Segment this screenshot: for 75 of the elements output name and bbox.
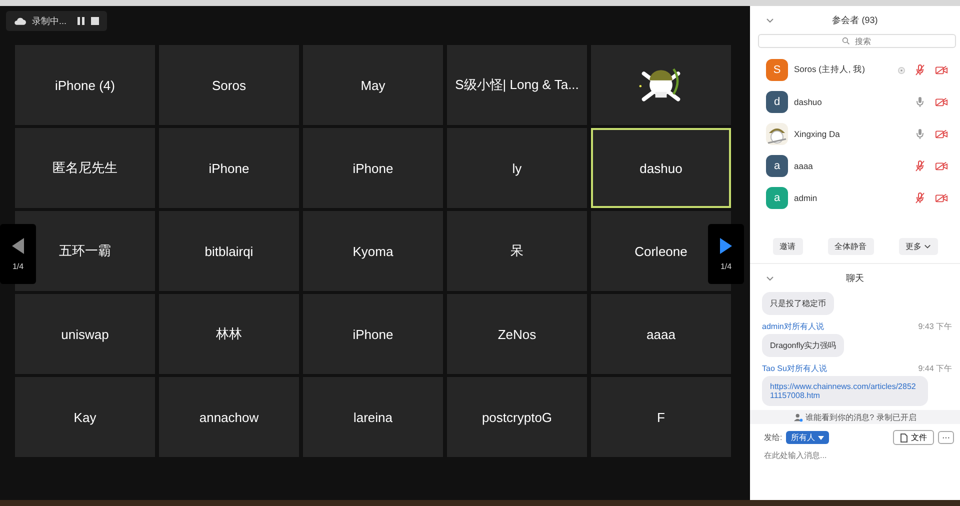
person-icon bbox=[794, 412, 803, 422]
chat-title: 聊天 bbox=[846, 272, 864, 284]
file-button[interactable]: 文件 bbox=[893, 430, 934, 445]
message-sender: admin对所有人说 bbox=[762, 321, 824, 332]
collapse-icon[interactable] bbox=[766, 18, 774, 22]
panel-button[interactable]: 全体静音 bbox=[828, 238, 874, 255]
notice-text: 谁能看到你的消息? 录制已开启 bbox=[806, 412, 916, 422]
participant-name: 呆 bbox=[510, 242, 524, 260]
participant-name: Soros (主持人, 我) bbox=[794, 64, 866, 76]
participant-name: dashuo bbox=[640, 160, 682, 176]
next-page-button[interactable]: 1/4 bbox=[708, 224, 744, 284]
participant-name: Kyoma bbox=[352, 244, 394, 258]
video-off-icon[interactable] bbox=[935, 129, 948, 139]
participants-title: 参会者 (93) bbox=[832, 14, 878, 26]
video-off-icon[interactable] bbox=[935, 193, 948, 203]
participant-name: iPhone bbox=[352, 326, 394, 342]
message-link[interactable]: https://www.chainnews.com/articles/285211157008.htm bbox=[770, 382, 920, 400]
collapse-icon[interactable] bbox=[766, 276, 774, 280]
left-arrow-icon bbox=[12, 238, 24, 254]
avatar: d bbox=[766, 91, 788, 113]
participant-name: 林林 bbox=[216, 325, 242, 343]
more-button[interactable]: ··· bbox=[938, 431, 954, 444]
caret-icon bbox=[924, 244, 930, 249]
participant-name: postcryptoG bbox=[482, 410, 552, 424]
participant-name: bitblairqi bbox=[204, 244, 254, 258]
message-bubble: 只是投了稳定币 bbox=[762, 292, 834, 315]
participant-name: Xingxing Da bbox=[794, 129, 841, 139]
muted-microphone-icon[interactable] bbox=[915, 64, 925, 76]
send-to-label: 发给: bbox=[764, 432, 782, 443]
search-field[interactable]: 搜索 bbox=[758, 34, 956, 48]
panel-button[interactable]: 更多 bbox=[898, 238, 938, 255]
microphone-icon[interactable] bbox=[915, 128, 925, 140]
muted-microphone-icon[interactable] bbox=[915, 160, 925, 172]
participant-name: admin bbox=[794, 193, 818, 203]
search-icon bbox=[842, 37, 850, 45]
participant-name: iPhone (4) bbox=[55, 78, 115, 92]
video-off-icon[interactable] bbox=[935, 161, 948, 171]
file-icon bbox=[900, 432, 908, 442]
participant-name: lareina bbox=[353, 410, 393, 424]
microphone-icon[interactable] bbox=[915, 96, 925, 108]
recording-label: 录制中... bbox=[32, 14, 67, 28]
participant-name: 五环一霸 bbox=[59, 242, 111, 260]
participant-name: May bbox=[360, 78, 386, 92]
message-sender: Tao Su对所有人说 bbox=[762, 363, 827, 374]
participant-name: iPhone bbox=[352, 160, 394, 176]
recipient-dropdown[interactable]: 所有人 bbox=[786, 431, 830, 444]
participant-name: F bbox=[657, 410, 665, 424]
participant-name: annachow bbox=[199, 410, 259, 424]
participant-name: aaaa bbox=[646, 326, 676, 342]
video-off-icon[interactable] bbox=[935, 97, 948, 107]
cloud-icon bbox=[14, 16, 26, 26]
participant-name: aaaa bbox=[794, 161, 814, 171]
participant-name: Corleone bbox=[634, 244, 688, 258]
participant-name: dashuo bbox=[794, 97, 823, 107]
message-time: 9:43 下午 bbox=[918, 321, 952, 332]
participant-name: ly bbox=[512, 160, 522, 176]
participant-name: 匿名尼先生 bbox=[52, 159, 118, 177]
panel-button[interactable]: 邀请 bbox=[772, 238, 802, 255]
right-arrow-icon bbox=[720, 238, 732, 254]
participant-name: uniswap bbox=[61, 326, 109, 342]
participant-name: ZeNos bbox=[498, 326, 536, 342]
message-bubble: Dragonfly实力强吗 bbox=[762, 334, 844, 357]
muted-microphone-icon[interactable] bbox=[915, 192, 925, 204]
pause-icon[interactable] bbox=[76, 17, 85, 25]
avatar: a bbox=[766, 155, 788, 177]
participant-name: iPhone bbox=[208, 160, 250, 176]
participant-name: S级小怪| Long & Ta... bbox=[455, 76, 579, 94]
caret-icon bbox=[818, 436, 824, 440]
participant-name: Kay bbox=[74, 410, 96, 424]
avatar: S bbox=[766, 59, 788, 81]
avatar: a bbox=[766, 187, 788, 209]
stop-icon[interactable] bbox=[90, 17, 99, 25]
participant-name: Soros bbox=[212, 78, 246, 92]
video-off-icon[interactable] bbox=[935, 65, 948, 75]
message-time: 9:44 下午 bbox=[918, 363, 952, 374]
